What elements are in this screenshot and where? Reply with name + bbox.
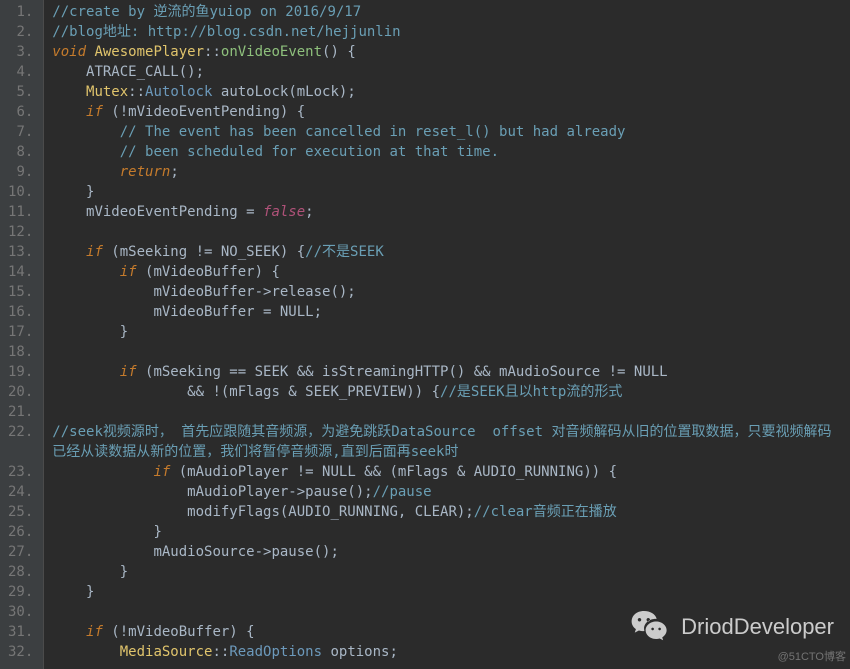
code-line: if (mAudioPlayer != NULL && (mFlags & AU…	[52, 462, 850, 482]
code-line: return;	[52, 162, 850, 182]
line-number: 7.	[8, 122, 33, 142]
watermark-text: DriodDeveloper	[681, 617, 834, 637]
line-number: 15.	[8, 282, 33, 302]
line-number: 30.	[8, 602, 33, 622]
line-number: 18.	[8, 342, 33, 362]
code-editor: 1.2.3.4.5.6.7.8.9.10.11.12.13.14.15.16.1…	[0, 0, 850, 669]
code-line: //seek视频源时， 首先应跟随其音频源，为避免跳跃DataSource of…	[52, 422, 850, 442]
line-number: 32.	[8, 642, 33, 662]
code-line: Mutex::Autolock autoLock(mLock);	[52, 82, 850, 102]
line-number: 22.	[8, 422, 33, 442]
line-number: 24.	[8, 482, 33, 502]
code-line: mAudioPlayer->pause();//pause	[52, 482, 850, 502]
code-line	[52, 342, 850, 362]
code-line: //blog地址: http://blog.csdn.net/hejjunlin	[52, 22, 850, 42]
line-number: 8.	[8, 142, 33, 162]
code-line: }	[52, 582, 850, 602]
line-number: 9.	[8, 162, 33, 182]
code-line: && !(mFlags & SEEK_PREVIEW)) {//是SEEK且以h…	[52, 382, 850, 402]
code-line: void AwesomePlayer::onVideoEvent() {	[52, 42, 850, 62]
code-line: if (!mVideoEventPending) {	[52, 102, 850, 122]
line-number: 11.	[8, 202, 33, 222]
line-number: 26.	[8, 522, 33, 542]
line-number: 2.	[8, 22, 33, 42]
wechat-icon	[629, 604, 671, 649]
code-line: modifyFlags(AUDIO_RUNNING, CLEAR);//clea…	[52, 502, 850, 522]
line-number: 19.	[8, 362, 33, 382]
code-line: mAudioSource->pause();	[52, 542, 850, 562]
code-line	[52, 402, 850, 422]
code-line: if (mSeeking != NO_SEEK) {//不是SEEK	[52, 242, 850, 262]
line-number: 3.	[8, 42, 33, 62]
line-number: 20.	[8, 382, 33, 402]
credit-text: @51CTO博客	[778, 647, 846, 667]
watermark: DriodDeveloper	[629, 604, 834, 649]
line-number: 29.	[8, 582, 33, 602]
line-number: 28.	[8, 562, 33, 582]
code-line: if (mVideoBuffer) {	[52, 262, 850, 282]
line-number: 27.	[8, 542, 33, 562]
code-line	[52, 222, 850, 242]
code-line: 已经从读数据从新的位置，我们将暂停音频源,直到后面再seek时	[52, 442, 850, 462]
line-number: 31.	[8, 622, 33, 642]
line-number: 5.	[8, 82, 33, 102]
code-line: mVideoEventPending = false;	[52, 202, 850, 222]
code-line: // been scheduled for execution at that …	[52, 142, 850, 162]
line-number: 14.	[8, 262, 33, 282]
line-number: 12.	[8, 222, 33, 242]
line-number: 10.	[8, 182, 33, 202]
code-line: }	[52, 522, 850, 542]
code-line: }	[52, 562, 850, 582]
line-number: 21.	[8, 402, 33, 422]
line-number-gutter: 1.2.3.4.5.6.7.8.9.10.11.12.13.14.15.16.1…	[0, 0, 44, 669]
code-line: }	[52, 322, 850, 342]
code-line: mVideoBuffer->release();	[52, 282, 850, 302]
code-content: //create by 逆流的鱼yuiop on 2016/9/17//blog…	[44, 0, 850, 669]
line-number: 23.	[8, 462, 33, 482]
line-number: 17.	[8, 322, 33, 342]
code-line: ATRACE_CALL();	[52, 62, 850, 82]
line-number: 1.	[8, 2, 33, 22]
code-line: //create by 逆流的鱼yuiop on 2016/9/17	[52, 2, 850, 22]
line-number: 16.	[8, 302, 33, 322]
line-number: 13.	[8, 242, 33, 262]
code-line: if (mSeeking == SEEK && isStreamingHTTP(…	[52, 362, 850, 382]
line-number: 6.	[8, 102, 33, 122]
code-line: }	[52, 182, 850, 202]
line-number: 25.	[8, 502, 33, 522]
code-line: mVideoBuffer = NULL;	[52, 302, 850, 322]
line-number: 4.	[8, 62, 33, 82]
code-line: // The event has been cancelled in reset…	[52, 122, 850, 142]
